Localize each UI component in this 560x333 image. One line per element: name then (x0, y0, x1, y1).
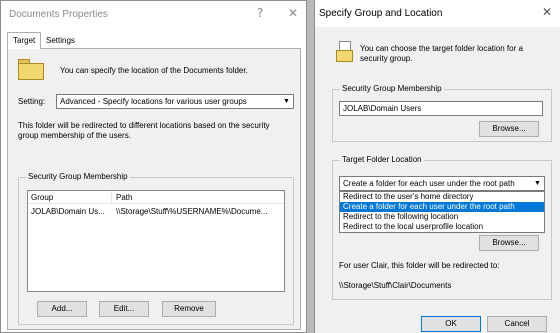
ok-button[interactable]: OK (421, 316, 481, 332)
list-row[interactable]: JOLAB\Domain Us... \\Storage\Stuff\%USER… (28, 205, 284, 217)
option-home-directory[interactable]: Redirect to the user's home directory (340, 192, 544, 202)
chevron-down-icon[interactable]: ▼ (281, 96, 292, 107)
row-group: JOLAB\Domain Us... (31, 207, 105, 216)
close-icon[interactable]: ✕ (288, 6, 298, 20)
target-location-dropdown[interactable]: Create a folder for each user under the … (339, 176, 545, 191)
browse-path-button[interactable]: Browse... (479, 235, 539, 251)
membership-title: Security Group Membership (340, 84, 444, 93)
title-bar: Specify Group and Location ✕ (315, 0, 560, 27)
setting-value: Advanced - Specify locations for various… (60, 97, 247, 106)
security-group-field[interactable]: JOLAB\Domain Users (339, 101, 543, 116)
remove-button[interactable]: Remove (162, 301, 216, 317)
tab-settings[interactable]: Settings (41, 34, 81, 48)
dialog-title: Documents Properties (9, 9, 108, 20)
specify-group-location-dialog: Specify Group and Location ✕ You can cho… (314, 0, 560, 333)
add-button[interactable]: Add... (37, 301, 87, 317)
setting-dropdown[interactable]: Advanced - Specify locations for various… (56, 94, 294, 109)
target-tab-panel: You can specify the location of the Docu… (7, 48, 301, 330)
intro-text: You can choose the target folder locatio… (360, 44, 523, 63)
redirect-path-text: \\Storage\Stuff\Clair\Documents (339, 281, 452, 290)
edit-button[interactable]: Edit... (99, 301, 149, 317)
description-text: This folder will be redirected to differ… (18, 121, 270, 140)
target-value: Create a folder for each user under the … (343, 179, 515, 188)
redirect-info-text: For user Clair, this folder will be redi… (339, 261, 500, 270)
group-path-list[interactable]: Group Path JOLAB\Domain Us... \\Storage\… (27, 190, 285, 292)
option-folder-per-user[interactable]: Create a folder for each user under the … (340, 202, 544, 212)
help-icon[interactable]: ? (257, 6, 263, 20)
folder-redirect-icon (336, 41, 354, 63)
target-location-options: Redirect to the user's home directory Cr… (339, 191, 545, 233)
intro-text: You can specify the location of the Docu… (60, 66, 248, 75)
option-following-location[interactable]: Redirect to the following location (340, 212, 544, 222)
title-bar: Documents Properties ? ✕ (1, 1, 306, 28)
membership-box: Security Group Membership JOLAB\Domain U… (332, 84, 552, 142)
row-path: \\Storage\Stuff\%USERNAME%\Docume... (116, 207, 268, 216)
option-local-userprofile[interactable]: Redirect to the local userprofile locati… (340, 222, 544, 232)
setting-label: Setting: (18, 97, 46, 106)
group-box-title: Security Group Membership (26, 172, 130, 181)
list-header: Group Path (28, 191, 284, 204)
chevron-down-icon[interactable]: ▼ (532, 178, 543, 189)
target-title: Target Folder Location (340, 155, 424, 164)
dialog-title: Specify Group and Location (319, 8, 443, 19)
target-folder-location-box: Target Folder Location Create a folder f… (332, 155, 552, 300)
browse-group-button[interactable]: Browse... (479, 121, 539, 137)
column-header-path[interactable]: Path (113, 191, 135, 204)
folder-icon (18, 59, 48, 81)
cancel-button[interactable]: Cancel (487, 316, 547, 332)
column-header-group[interactable]: Group (28, 191, 112, 204)
close-icon[interactable]: ✕ (542, 5, 552, 19)
documents-properties-dialog: Documents Properties ? ✕ Target Settings… (0, 0, 307, 333)
security-group-membership-box: Security Group Membership Group Path JOL… (18, 172, 294, 325)
tab-target[interactable]: Target (7, 32, 41, 49)
